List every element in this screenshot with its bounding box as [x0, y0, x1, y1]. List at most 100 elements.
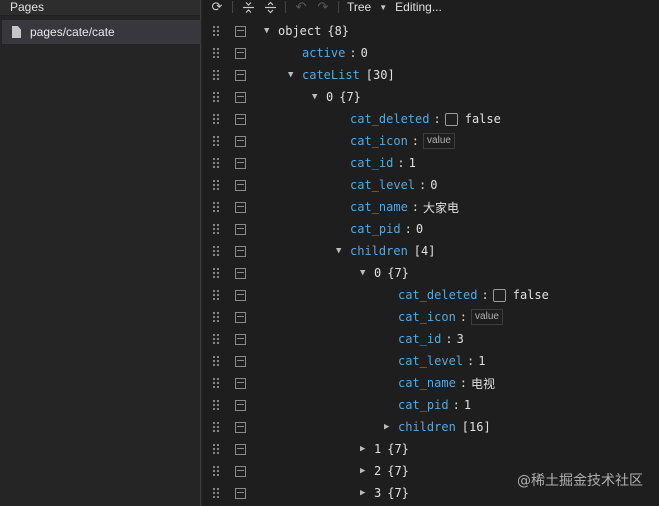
context-menu-icon[interactable] — [235, 356, 246, 367]
expand-all-icon[interactable] — [259, 0, 281, 14]
collapsed-caret-icon[interactable]: ▶ — [360, 488, 374, 498]
node-value[interactable]: 1 — [409, 156, 416, 170]
tree-row[interactable]: ▼ cateList [30] — [202, 64, 659, 86]
tree-row[interactable]: cat_level:0 — [202, 174, 659, 196]
drag-handle-icon[interactable] — [212, 25, 220, 37]
context-menu-icon[interactable] — [235, 136, 246, 147]
drag-handle-icon[interactable] — [212, 69, 220, 81]
tree-row[interactable]: ▼ children [4] — [202, 240, 659, 262]
tree-row[interactable]: active:0 — [202, 42, 659, 64]
tree-row[interactable]: cat_deleted: false — [202, 284, 659, 306]
node-value[interactable]: 0 — [361, 46, 368, 60]
drag-handle-icon[interactable] — [212, 245, 220, 257]
tree-row[interactable]: cat_pid:0 — [202, 218, 659, 240]
tree-row[interactable]: cat_name: 大家电 — [202, 196, 659, 218]
context-menu-icon[interactable] — [235, 180, 246, 191]
tree-row[interactable]: cat_deleted: false — [202, 108, 659, 130]
tree-row[interactable]: ▼ 0 {7} — [202, 262, 659, 284]
drag-handle-icon[interactable] — [212, 47, 220, 59]
tree-row[interactable]: ▼ 0 {7} — [202, 86, 659, 108]
tree-row[interactable]: cat_pid:1 — [202, 394, 659, 416]
drag-handle-icon[interactable] — [212, 355, 220, 367]
boolean-checkbox[interactable] — [444, 112, 458, 126]
page-item-cate[interactable]: pages/cate/cate — [2, 20, 201, 44]
context-menu-icon[interactable] — [235, 48, 246, 59]
node-value[interactable]: 电视 — [471, 375, 495, 392]
context-menu-icon[interactable] — [235, 70, 246, 81]
context-menu-icon[interactable] — [235, 26, 246, 37]
node-key[interactable]: cat_icon — [398, 310, 456, 324]
node-index[interactable]: 2 — [374, 464, 381, 478]
drag-handle-icon[interactable] — [212, 465, 220, 477]
redo-icon[interactable]: ↷ — [312, 0, 334, 14]
tree-row[interactable]: cat_icon: value — [202, 306, 659, 328]
node-key[interactable]: object — [278, 24, 321, 38]
drag-handle-icon[interactable] — [212, 267, 220, 279]
context-menu-icon[interactable] — [235, 444, 246, 455]
node-value[interactable]: 0 — [430, 178, 437, 192]
context-menu-icon[interactable] — [235, 290, 246, 301]
refresh-icon[interactable]: ⟳ — [206, 0, 228, 14]
context-menu-icon[interactable] — [235, 378, 246, 389]
node-index[interactable]: 3 — [374, 486, 381, 500]
drag-handle-icon[interactable] — [212, 289, 220, 301]
tree-row[interactable]: cat_level:1 — [202, 350, 659, 372]
expanded-caret-icon[interactable]: ▼ — [360, 268, 374, 278]
node-key[interactable]: children — [398, 420, 456, 434]
node-key[interactable]: children — [350, 244, 408, 258]
tree-row[interactable]: cat_icon: value — [202, 130, 659, 152]
node-key[interactable]: cat_pid — [398, 398, 449, 412]
drag-handle-icon[interactable] — [212, 421, 220, 433]
context-menu-icon[interactable] — [235, 114, 246, 125]
node-key[interactable]: cat_level — [350, 178, 415, 192]
drag-handle-icon[interactable] — [212, 311, 220, 323]
node-key[interactable]: cat_level — [398, 354, 463, 368]
tree-row[interactable]: cat_id:1 — [202, 152, 659, 174]
node-key[interactable]: cat_id — [398, 332, 441, 346]
node-value[interactable]: 1 — [464, 398, 471, 412]
drag-handle-icon[interactable] — [212, 399, 220, 411]
node-value[interactable]: 1 — [478, 354, 485, 368]
chevron-down-icon[interactable]: ▼ — [375, 3, 391, 12]
undo-icon[interactable]: ↶ — [290, 0, 312, 14]
node-value[interactable]: false — [465, 112, 501, 126]
collapse-all-icon[interactable] — [237, 0, 259, 14]
tree-row[interactable]: ▼ object {8} — [202, 20, 659, 42]
node-key[interactable]: active — [302, 46, 345, 60]
context-menu-icon[interactable] — [235, 334, 246, 345]
node-index[interactable]: 1 — [374, 442, 381, 456]
collapsed-caret-icon[interactable]: ▶ — [360, 444, 374, 454]
drag-handle-icon[interactable] — [212, 377, 220, 389]
node-key[interactable]: cat_deleted — [350, 112, 429, 126]
view-mode-select[interactable]: Tree — [343, 0, 375, 14]
drag-handle-icon[interactable] — [212, 113, 220, 125]
collapsed-caret-icon[interactable]: ▶ — [360, 466, 374, 476]
expanded-caret-icon[interactable]: ▼ — [312, 92, 326, 102]
node-key[interactable]: cat_name — [350, 200, 408, 214]
boolean-checkbox[interactable] — [492, 288, 506, 302]
context-menu-icon[interactable] — [235, 92, 246, 103]
node-key[interactable]: cat_name — [398, 376, 456, 390]
node-key[interactable]: cateList — [302, 68, 360, 82]
context-menu-icon[interactable] — [235, 400, 246, 411]
drag-handle-icon[interactable] — [212, 223, 220, 235]
node-index[interactable]: 0 — [326, 90, 333, 104]
context-menu-icon[interactable] — [235, 158, 246, 169]
tree-row[interactable]: ▶ 1 {7} — [202, 438, 659, 460]
context-menu-icon[interactable] — [235, 312, 246, 323]
context-menu-icon[interactable] — [235, 488, 246, 499]
drag-handle-icon[interactable] — [212, 201, 220, 213]
node-value[interactable]: 大家电 — [423, 199, 459, 216]
node-key[interactable]: cat_deleted — [398, 288, 477, 302]
tree-row[interactable]: ▶ children [16] — [202, 416, 659, 438]
value-input[interactable]: value — [471, 309, 503, 325]
drag-handle-icon[interactable] — [212, 179, 220, 191]
node-value[interactable]: false — [513, 288, 549, 302]
expanded-caret-icon[interactable]: ▼ — [336, 246, 350, 256]
collapsed-caret-icon[interactable]: ▶ — [384, 422, 398, 432]
context-menu-icon[interactable] — [235, 422, 246, 433]
value-input[interactable]: value — [423, 133, 455, 149]
node-key[interactable]: cat_pid — [350, 222, 401, 236]
expanded-caret-icon[interactable]: ▼ — [288, 70, 302, 80]
drag-handle-icon[interactable] — [212, 91, 220, 103]
